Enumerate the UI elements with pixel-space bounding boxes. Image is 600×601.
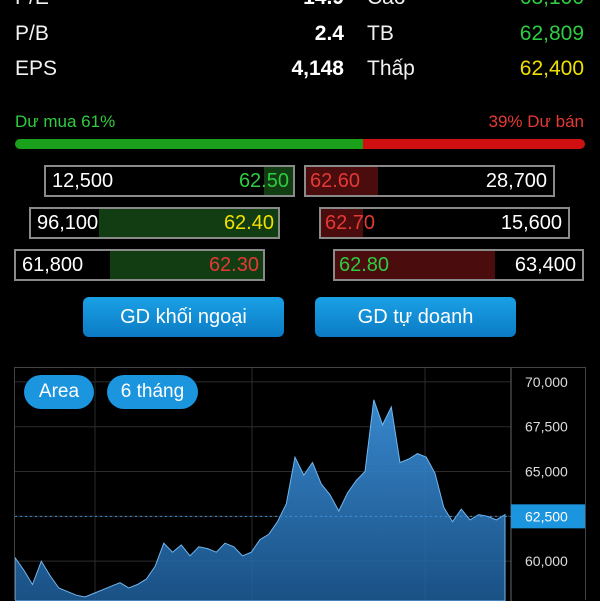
ask-volume: 15,600 bbox=[500, 212, 562, 234]
current-price-label: 62,500 bbox=[525, 508, 568, 524]
sell-ratio-label: 39% Dư bán bbox=[488, 112, 585, 131]
bid-row-2[interactable]: 96,100 62.40 bbox=[29, 207, 280, 239]
low-value: 62,400 bbox=[519, 57, 584, 80]
bid-volume: 61,800 bbox=[22, 254, 84, 276]
price-chart[interactable]: 70,000 67,500 65,000 60,000 62,500 bbox=[14, 367, 586, 601]
ask-volume: 28,700 bbox=[485, 170, 547, 192]
ask-row-3[interactable]: 62.80 63,400 bbox=[333, 249, 584, 281]
bid-volume: 12,500 bbox=[52, 170, 114, 192]
bid-row-3[interactable]: 61,800 62.30 bbox=[14, 249, 265, 281]
chart-canvas: 70,000 67,500 65,000 60,000 62,500 bbox=[15, 368, 585, 601]
y-tick-label: 65,000 bbox=[525, 464, 568, 480]
chart-period-button[interactable]: 6 tháng bbox=[107, 375, 198, 409]
y-tick-label: 70,000 bbox=[525, 374, 568, 390]
eps-label: EPS bbox=[15, 57, 58, 80]
proprietary-trading-button[interactable]: GD tự doanh bbox=[315, 297, 516, 337]
ask-price: 62.60 bbox=[310, 170, 361, 192]
high-label: Cao bbox=[367, 0, 406, 10]
bid-price: 62.50 bbox=[238, 170, 289, 192]
y-tick-label: 60,000 bbox=[525, 553, 568, 569]
price-area-series bbox=[15, 399, 506, 601]
pe-value: 14.9 bbox=[230, 0, 344, 10]
bid-price: 62.30 bbox=[208, 254, 259, 276]
ask-price: 62.80 bbox=[339, 254, 390, 276]
pb-label: P/B bbox=[15, 22, 49, 45]
high-value: 63,100 bbox=[460, 0, 584, 10]
buy-ratio-label: Dư mua 61% bbox=[15, 112, 116, 131]
avg-label: TB bbox=[367, 22, 394, 45]
y-tick-label: 67,500 bbox=[525, 419, 568, 435]
ask-row-2[interactable]: 62.70 15,600 bbox=[319, 207, 570, 239]
low-label: Thấp bbox=[367, 57, 415, 80]
ask-row-1[interactable]: 62.60 28,700 bbox=[304, 165, 555, 197]
chart-type-button[interactable]: Area bbox=[24, 375, 94, 409]
ask-volume: 63,400 bbox=[514, 254, 576, 276]
foreign-trading-button[interactable]: GD khối ngoại bbox=[83, 297, 284, 337]
pb-value: 2.4 bbox=[314, 22, 344, 45]
avg-value: 62,809 bbox=[519, 22, 584, 45]
buy-ratio-bar bbox=[15, 139, 363, 149]
bid-row-1[interactable]: 12,500 62.50 bbox=[44, 165, 295, 197]
bid-price: 62.40 bbox=[223, 212, 274, 234]
sell-ratio-bar bbox=[363, 139, 585, 149]
pe-label: P/E bbox=[15, 0, 49, 10]
eps-value: 4,148 bbox=[291, 57, 344, 80]
ask-price: 62.70 bbox=[325, 212, 376, 234]
bid-volume: 96,100 bbox=[37, 212, 99, 234]
